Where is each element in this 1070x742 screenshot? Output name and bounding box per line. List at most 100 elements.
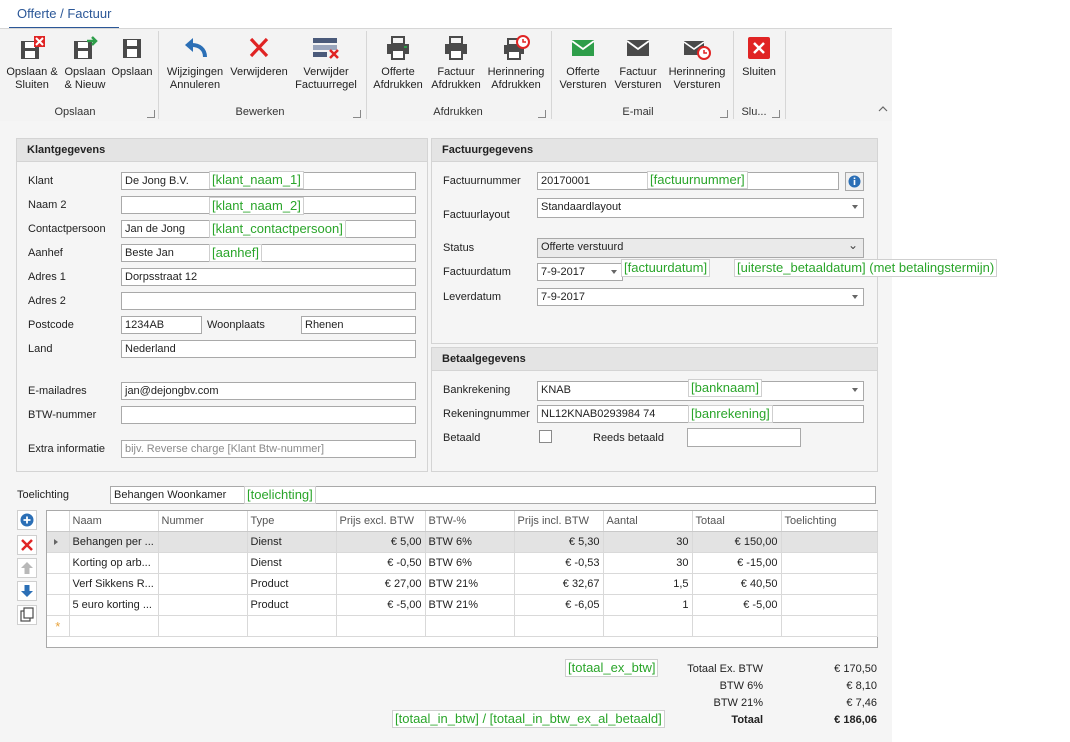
cell-prijs-incl[interactable]: € 32,67 bbox=[514, 573, 604, 595]
send-quote-button[interactable]: Offerte Versturen bbox=[555, 35, 611, 92]
column-header[interactable]: Prijs excl. BTW bbox=[336, 511, 426, 532]
print-quote-button[interactable]: Offerte Afdrukken bbox=[370, 35, 426, 92]
table-row[interactable]: Behangen per ... Dienst € 5,00 BTW 6% € … bbox=[47, 531, 878, 553]
table-row[interactable]: Korting op arb... Dienst € -0,50 BTW 6% … bbox=[47, 552, 878, 574]
column-header[interactable]: Toelichting bbox=[781, 511, 878, 532]
cell-totaal[interactable]: € 40,50 bbox=[692, 573, 782, 595]
column-header[interactable]: Aantal bbox=[603, 511, 693, 532]
tab-offerte-factuur[interactable]: Offerte / Factuur bbox=[9, 3, 120, 29]
move-up-button[interactable] bbox=[17, 558, 37, 578]
column-header[interactable]: BTW-% bbox=[425, 511, 515, 532]
cell-prijs-incl[interactable]: € -6,05 bbox=[514, 594, 604, 616]
group-bewerken-dialog-launcher[interactable] bbox=[353, 110, 361, 118]
new-row-cell[interactable] bbox=[247, 615, 337, 637]
cell-btw[interactable]: BTW 6% bbox=[425, 552, 515, 574]
cell-type[interactable]: Dienst bbox=[247, 531, 337, 553]
cell-nummer[interactable] bbox=[158, 573, 248, 595]
cell-btw[interactable]: BTW 21% bbox=[425, 573, 515, 595]
cell-prijs-excl[interactable]: € 5,00 bbox=[336, 531, 426, 553]
paid-checkbox[interactable] bbox=[539, 430, 552, 443]
country-field[interactable]: Nederland bbox=[121, 340, 416, 358]
status-select[interactable]: Offerte verstuurd bbox=[537, 238, 864, 258]
city-field[interactable]: Rhenen bbox=[301, 316, 416, 334]
cell-type[interactable]: Product bbox=[247, 573, 337, 595]
cell-btw[interactable]: BTW 21% bbox=[425, 594, 515, 616]
cell-naam[interactable]: Verf Sikkens R... bbox=[69, 573, 159, 595]
column-header[interactable]: Nummer bbox=[158, 511, 248, 532]
cell-toelichting[interactable] bbox=[781, 552, 878, 574]
cell-aantal[interactable]: 1 bbox=[603, 594, 693, 616]
group-sluiten-dialog-launcher[interactable] bbox=[772, 110, 780, 118]
save-close-button[interactable]: Opslaan & Sluiten bbox=[4, 35, 60, 92]
column-header[interactable]: Totaal bbox=[692, 511, 782, 532]
new-row-cell[interactable] bbox=[69, 615, 159, 637]
group-opslaan-dialog-launcher[interactable] bbox=[147, 110, 155, 118]
delete-invoice-line-button[interactable]: Verwijder Factuurregel bbox=[292, 35, 360, 92]
cell-aantal[interactable]: 1,5 bbox=[603, 573, 693, 595]
print-invoice-button[interactable]: Factuur Afdrukken bbox=[428, 35, 484, 92]
cell-totaal[interactable]: € 150,00 bbox=[692, 531, 782, 553]
new-row-cell[interactable] bbox=[336, 615, 426, 637]
table-row[interactable]: Verf Sikkens R... Product € 27,00 BTW 21… bbox=[47, 573, 878, 595]
cell-prijs-excl[interactable]: € -5,00 bbox=[336, 594, 426, 616]
cell-nummer[interactable] bbox=[158, 531, 248, 553]
cell-toelichting[interactable] bbox=[781, 573, 878, 595]
cell-type[interactable]: Dienst bbox=[247, 552, 337, 574]
save-new-button[interactable]: Opslaan & Nieuw bbox=[62, 35, 108, 92]
new-row-cell[interactable] bbox=[425, 615, 515, 637]
cell-nummer[interactable] bbox=[158, 594, 248, 616]
group-email-dialog-launcher[interactable] bbox=[720, 110, 728, 118]
cell-prijs-excl[interactable]: € -0,50 bbox=[336, 552, 426, 574]
delete-row-button[interactable] bbox=[17, 535, 37, 555]
undo-changes-button[interactable]: Wijzigingen Annuleren bbox=[164, 35, 226, 92]
cell-aantal[interactable]: 30 bbox=[603, 552, 693, 574]
column-header[interactable]: Prijs incl. BTW bbox=[514, 511, 604, 532]
print-reminder-button[interactable]: Herinnering Afdrukken bbox=[486, 35, 546, 92]
table-row[interactable]: 5 euro korting ... Product € -5,00 BTW 2… bbox=[47, 594, 878, 616]
save-button[interactable]: Opslaan bbox=[110, 35, 154, 79]
address1-field[interactable]: Dorpsstraat 12 bbox=[121, 268, 416, 286]
cell-nummer[interactable] bbox=[158, 552, 248, 574]
close-button[interactable]: Sluiten bbox=[736, 35, 782, 79]
copy-row-button[interactable] bbox=[17, 605, 37, 625]
cell-naam[interactable]: Behangen per ... bbox=[69, 531, 159, 553]
invoice-date-field[interactable]: 7-9-2017 bbox=[537, 263, 623, 281]
cell-naam[interactable]: 5 euro korting ... bbox=[69, 594, 159, 616]
new-row-cell[interactable] bbox=[158, 615, 248, 637]
column-header[interactable]: Naam bbox=[69, 511, 159, 532]
invoice-layout-select[interactable]: Standaardlayout bbox=[537, 198, 864, 218]
send-invoice-button[interactable]: Factuur Versturen bbox=[613, 35, 663, 92]
vat-number-field[interactable] bbox=[121, 406, 416, 424]
column-header[interactable]: Type bbox=[247, 511, 337, 532]
new-row-cell[interactable] bbox=[781, 615, 878, 637]
new-row[interactable]: * bbox=[47, 615, 878, 637]
cell-prijs-incl[interactable]: € 5,30 bbox=[514, 531, 604, 553]
cell-prijs-incl[interactable]: € -0,53 bbox=[514, 552, 604, 574]
already-paid-field[interactable] bbox=[687, 428, 801, 447]
cell-prijs-excl[interactable]: € 27,00 bbox=[336, 573, 426, 595]
postcode-field[interactable]: 1234AB bbox=[121, 316, 202, 334]
cell-totaal[interactable]: € -15,00 bbox=[692, 552, 782, 574]
salutation-field[interactable]: Beste Jan bbox=[121, 244, 416, 262]
send-reminder-button[interactable]: Herinnering Versturen bbox=[665, 35, 729, 92]
remarks-field[interactable]: Behangen Woonkamer bbox=[110, 486, 876, 504]
cell-totaal[interactable]: € -5,00 bbox=[692, 594, 782, 616]
add-row-button[interactable] bbox=[17, 510, 37, 530]
extra-info-field[interactable]: bijv. Reverse charge [Klant Btw-nummer] bbox=[121, 440, 416, 458]
new-row-cell[interactable] bbox=[603, 615, 693, 637]
delivery-date-field[interactable]: 7-9-2017 bbox=[537, 288, 864, 306]
cell-type[interactable]: Product bbox=[247, 594, 337, 616]
collapse-ribbon-icon[interactable] bbox=[878, 105, 888, 113]
address2-field[interactable] bbox=[121, 292, 416, 310]
new-row-cell[interactable] bbox=[692, 615, 782, 637]
email-field[interactable]: jan@dejongbv.com bbox=[121, 382, 416, 400]
delete-button[interactable]: Verwijderen bbox=[228, 35, 290, 79]
cell-aantal[interactable]: 30 bbox=[603, 531, 693, 553]
new-row-cell[interactable] bbox=[514, 615, 604, 637]
cell-btw[interactable]: BTW 6% bbox=[425, 531, 515, 553]
group-afdrukken-dialog-launcher[interactable] bbox=[538, 110, 546, 118]
cell-toelichting[interactable] bbox=[781, 531, 878, 553]
info-icon[interactable] bbox=[845, 172, 864, 191]
cell-naam[interactable]: Korting op arb... bbox=[69, 552, 159, 574]
move-down-button[interactable] bbox=[17, 581, 37, 601]
